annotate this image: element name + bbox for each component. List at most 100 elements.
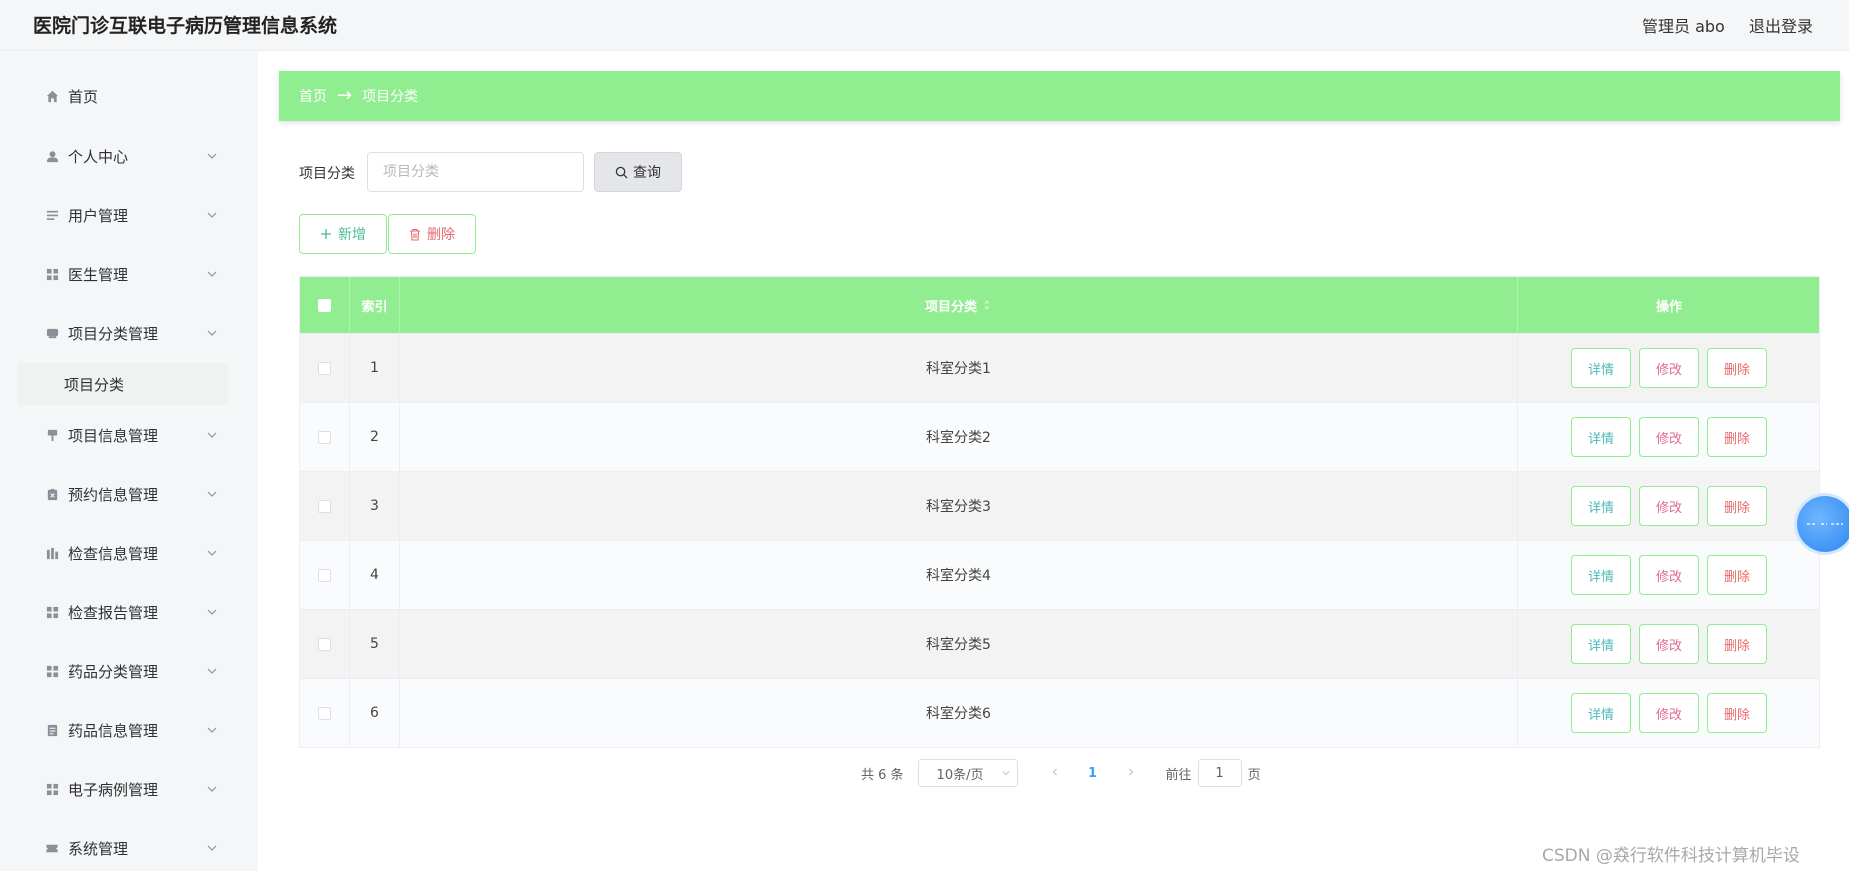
- breadcrumb: 首页 → 项目分类: [279, 71, 1840, 121]
- home-icon: [45, 89, 59, 103]
- sidebar: 首页 个人中心 用户管理 医生管理 项目分类管理 项目分类 项目信息管理 预约信…: [0, 51, 258, 871]
- delete-button[interactable]: 删除: [1707, 417, 1767, 457]
- delete-button[interactable]: 删除: [1707, 693, 1767, 733]
- sidebar-item-label: 用户管理: [68, 206, 129, 225]
- sidebar-item-label: 项目分类管理: [68, 324, 159, 343]
- row-ops: 详情 修改 删除: [1518, 610, 1820, 678]
- sort-icon[interactable]: [982, 299, 992, 311]
- detail-button[interactable]: 详情: [1571, 417, 1631, 457]
- table-row: 1 科室分类1 详情 修改 删除: [300, 333, 1819, 402]
- sidebar-item-drug-category[interactable]: 药品分类管理: [18, 646, 240, 696]
- table-row: 5 科室分类5 详情 修改 删除: [300, 609, 1819, 678]
- sidebar-item-exam-info[interactable]: 检查信息管理: [18, 528, 240, 578]
- chevron-down-icon: [207, 786, 217, 792]
- row-ops: 详情 修改 删除: [1518, 403, 1820, 471]
- breadcrumb-arrow-icon: →: [337, 85, 353, 106]
- sidebar-item-home[interactable]: 首页: [18, 71, 240, 121]
- sidebar-subitem-project-category[interactable]: 项目分类: [18, 363, 228, 405]
- sidebar-item-project-info[interactable]: 项目信息管理: [18, 410, 240, 460]
- row-ops: 详情 修改 删除: [1518, 679, 1820, 747]
- edit-button[interactable]: 修改: [1639, 486, 1699, 526]
- row-index: 3: [350, 472, 400, 540]
- row-index: 1: [350, 334, 400, 402]
- tag-icon: [45, 326, 59, 340]
- page-number-current[interactable]: 1: [1078, 766, 1108, 781]
- ticket-icon: [45, 841, 59, 855]
- edit-button[interactable]: 修改: [1639, 693, 1699, 733]
- grid-icon: [45, 605, 59, 619]
- row-name: 科室分类6: [400, 679, 1518, 747]
- detail-button[interactable]: 详情: [1571, 555, 1631, 595]
- breadcrumb-home[interactable]: 首页: [299, 86, 327, 106]
- batch-delete-button-label: 删除: [427, 227, 455, 243]
- edit-button[interactable]: 修改: [1639, 555, 1699, 595]
- add-button-label: 新增: [338, 227, 366, 243]
- watermark: CSDN @猋行软件科技计算机毕设: [1542, 846, 1800, 866]
- delete-button[interactable]: 删除: [1707, 348, 1767, 388]
- sidebar-item-doctors[interactable]: 医生管理: [18, 249, 240, 299]
- prev-page-button[interactable]: [1040, 766, 1070, 781]
- sidebar-item-exam-reports[interactable]: 检查报告管理: [18, 587, 240, 637]
- edit-button[interactable]: 修改: [1639, 417, 1699, 457]
- header-checkbox-cell: [300, 277, 350, 333]
- query-button[interactable]: 查询: [594, 152, 682, 192]
- edit-button[interactable]: 修改: [1639, 348, 1699, 388]
- query-button-label: 查询: [633, 165, 661, 181]
- clipboard-icon: [45, 487, 59, 501]
- row-name: 科室分类4: [400, 541, 1518, 609]
- sidebar-item-project-category[interactable]: 项目分类管理: [18, 308, 240, 358]
- page-size-select[interactable]: 10条/页: [917, 759, 1018, 787]
- search-label: 项目分类: [299, 166, 355, 182]
- pagination: 共 6 条 10条/页 1 前往 页: [861, 759, 1261, 787]
- chevron-down-icon: [207, 668, 217, 674]
- row-checkbox[interactable]: [318, 706, 331, 720]
- row-name: 科室分类5: [400, 610, 1518, 678]
- row-checkbox[interactable]: [318, 568, 331, 582]
- floating-assistant-button[interactable]: [1797, 496, 1849, 552]
- delete-button[interactable]: 删除: [1707, 486, 1767, 526]
- sidebar-item-appointments[interactable]: 预约信息管理: [18, 469, 240, 519]
- detail-button[interactable]: 详情: [1571, 486, 1631, 526]
- sidebar-item-personal[interactable]: 个人中心: [18, 131, 240, 181]
- logout-link[interactable]: 退出登录: [1749, 13, 1813, 37]
- table-row: 3 科室分类3 详情 修改 删除: [300, 471, 1819, 540]
- sidebar-subitem-label: 项目分类: [64, 375, 125, 394]
- row-checkbox[interactable]: [318, 637, 331, 651]
- next-page-button[interactable]: [1116, 766, 1146, 781]
- data-table: 索引 项目分类 操作 1 科室分类1 详情 修改 删除 2 科室分类2 详情 修…: [299, 276, 1820, 748]
- grid-icon: [45, 267, 59, 281]
- sidebar-item-drug-info[interactable]: 药品信息管理: [18, 705, 240, 755]
- column-header-name[interactable]: 项目分类: [400, 277, 1518, 333]
- chevron-down-icon: [207, 727, 217, 733]
- goto-suffix: 页: [1247, 767, 1261, 783]
- table-header: 索引 项目分类 操作: [300, 277, 1819, 333]
- row-index: 2: [350, 403, 400, 471]
- edit-button[interactable]: 修改: [1639, 624, 1699, 664]
- row-checkbox[interactable]: [318, 430, 331, 444]
- sidebar-item-medical-records[interactable]: 电子病例管理: [18, 764, 240, 814]
- delete-button[interactable]: 删除: [1707, 624, 1767, 664]
- goto-page-input[interactable]: [1197, 759, 1242, 787]
- detail-button[interactable]: 详情: [1571, 624, 1631, 664]
- search-input[interactable]: [367, 152, 584, 192]
- select-all-checkbox[interactable]: [318, 298, 331, 312]
- chart-icon: [45, 546, 59, 560]
- table-row: 6 科室分类6 详情 修改 删除: [300, 678, 1819, 747]
- detail-button[interactable]: 详情: [1571, 348, 1631, 388]
- user-icon: [45, 149, 59, 163]
- detail-button[interactable]: 详情: [1571, 693, 1631, 733]
- sidebar-item-system[interactable]: 系统管理: [18, 823, 240, 873]
- chevron-down-icon: [207, 271, 217, 277]
- delete-button[interactable]: 删除: [1707, 555, 1767, 595]
- row-checkbox[interactable]: [318, 499, 331, 513]
- chevron-down-icon: [1002, 771, 1009, 776]
- trash-icon: [410, 228, 420, 241]
- dashes-icon: [1807, 523, 1843, 525]
- table-row: 2 科室分类2 详情 修改 删除: [300, 402, 1819, 471]
- sidebar-item-users[interactable]: 用户管理: [18, 190, 240, 240]
- sidebar-item-label: 电子病例管理: [68, 780, 159, 799]
- row-checkbox[interactable]: [318, 361, 331, 375]
- add-button[interactable]: 新增: [299, 214, 387, 254]
- sidebar-item-label: 检查信息管理: [68, 544, 159, 563]
- batch-delete-button[interactable]: 删除: [388, 214, 476, 254]
